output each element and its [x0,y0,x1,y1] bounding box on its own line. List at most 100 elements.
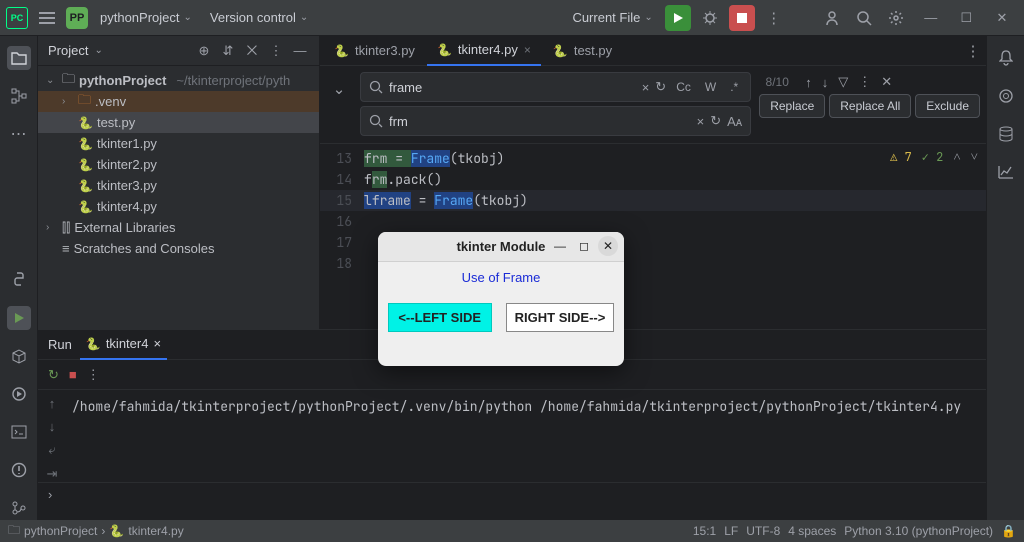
rerun-icon[interactable]: ↻ [48,367,59,383]
scroll-to-end-icon[interactable]: ⇥ [47,466,58,482]
replace-input[interactable] [389,114,691,129]
tkinter-titlebar[interactable]: tkinter Module — ◻ ✕ [378,232,624,262]
terminal-tool-icon[interactable] [7,420,31,444]
tree-scratches[interactable]: ≡ Scratches and Consoles [38,238,319,259]
hide-panel-icon[interactable]: ⋮ [267,43,285,59]
tree-item-file[interactable]: 🐍 tkinter3.py [38,175,319,196]
replace-button[interactable]: Replace [759,94,825,118]
file-encoding[interactable]: UTF-8 [746,524,780,538]
run-config-selector[interactable]: Current File ⌄ [566,10,658,25]
window-minimize-button[interactable]: — [550,236,570,256]
readonly-lock-icon[interactable]: 🔒 [1001,524,1016,538]
window-close-button[interactable]: ✕ [598,236,618,256]
run-output[interactable]: /home/fahmida/tkinterproject/pythonProje… [66,390,986,482]
code-line[interactable]: 16 [320,211,986,232]
tree-item-venv[interactable]: › 🗀 .venv [38,91,319,112]
project-tree[interactable]: ⌄ 🗀 pythonProject ~/tkinterproject/pyth … [38,66,319,263]
inspection-widget[interactable]: ⚠ 7 ✓ 2 ˄ ˅ [890,148,978,165]
line-separator[interactable]: LF [724,524,738,538]
run-tool-icon[interactable] [7,306,31,330]
sciview-tool-icon[interactable] [994,160,1018,184]
find-input[interactable] [389,80,636,95]
tk-right-button[interactable]: RIGHT SIDE--> [506,303,615,332]
close-tab-icon[interactable]: × [524,43,531,57]
run-tab[interactable]: 🐍 tkinter4 × [80,330,167,360]
window-minimize-button[interactable]: — [915,10,947,25]
debug-button[interactable] [697,5,723,31]
indent-setting[interactable]: 4 spaces [788,524,836,538]
tree-external-libs[interactable]: › ⫿⫿ External Libraries [38,217,319,238]
soft-wrap-icon[interactable]: ⤶ [48,442,55,458]
close-tab-icon[interactable]: × [153,336,161,351]
notifications-tool-icon[interactable] [994,46,1018,70]
tab-actions-icon[interactable]: ⋮ [960,38,986,64]
more-tools-icon[interactable]: ⋯ [7,122,31,146]
tree-item-file[interactable]: 🐍 tkinter2.py [38,154,319,175]
project-tool-icon[interactable] [7,46,31,70]
prev-highlight-icon[interactable]: ˄ [953,148,960,165]
next-match-icon[interactable]: ↓ [822,75,829,90]
collapse-all-icon[interactable]: ⨉ [243,43,261,59]
vcs-tool-icon[interactable] [7,496,31,520]
services-tool-icon[interactable] [7,382,31,406]
more-run-actions-icon[interactable]: ⋮ [87,367,100,383]
code-with-me-icon[interactable] [819,5,845,31]
more-actions-icon[interactable]: ⋮ [761,5,787,31]
breadcrumb[interactable]: 🗀 pythonProject › 🐍 tkinter4.py [8,521,184,542]
more-search-options-icon[interactable]: ⋮ [858,74,871,90]
interpreter-selector[interactable]: Python 3.10 (pythonProject) [844,524,993,538]
preserve-case-icon[interactable]: Aᴀ [727,114,742,129]
run-bottom-bar[interactable]: › [38,482,986,506]
problems-tool-icon[interactable] [7,458,31,482]
stop-button[interactable] [729,5,755,31]
select-opened-file-icon[interactable]: ⊕ [195,43,213,59]
tree-item-file[interactable]: 🐍 test.py [38,112,319,133]
scroll-up-icon[interactable]: ↑ [49,396,56,411]
stop-icon[interactable]: ■ [69,367,77,382]
code-line[interactable]: 13 frm = Frame(tkobj) [320,148,986,169]
search-everywhere-icon[interactable] [851,5,877,31]
hamburger-menu-icon[interactable] [34,5,60,31]
settings-icon[interactable] [883,5,909,31]
editor-tab[interactable]: 🐍 tkinter4.py × [427,36,541,66]
code-line[interactable]: 15 lframe = Frame(tkobj) [320,190,986,211]
collapse-search-icon[interactable]: ⌄ [326,76,352,102]
match-case-toggle[interactable]: Cc [672,78,695,96]
tkinter-app-window[interactable]: tkinter Module — ◻ ✕ Use of Frame <--LEF… [378,232,624,366]
clear-find-icon[interactable]: × [642,80,650,95]
clear-replace-icon[interactable]: × [697,114,705,129]
editor-tab[interactable]: 🐍 test.py [543,36,622,66]
exclude-button[interactable]: Exclude [915,94,980,118]
scroll-down-icon[interactable]: ↓ [49,419,56,434]
tk-left-button[interactable]: <--LEFT SIDE [388,303,492,332]
vcs-menu[interactable]: Version control ⌄ [204,10,314,25]
run-button[interactable] [665,5,691,31]
chevron-down-icon[interactable]: ⌄ [94,45,102,56]
window-maximize-button[interactable]: ☐ [950,10,982,26]
replace-all-button[interactable]: Replace All [829,94,911,118]
expand-all-icon[interactable]: ⇵ [219,43,237,59]
prev-match-icon[interactable]: ↑ [805,75,812,90]
window-maximize-button[interactable]: ◻ [574,236,594,256]
ai-assistant-tool-icon[interactable] [994,84,1018,108]
python-packages-tool-icon[interactable] [7,344,31,368]
close-search-icon[interactable]: ✕ [881,74,892,90]
next-highlight-icon[interactable]: ˅ [971,148,978,165]
python-console-tool-icon[interactable] [7,268,31,292]
window-close-button[interactable]: ✕ [986,10,1018,26]
history-icon[interactable]: ↻ [655,79,666,95]
hide-icon[interactable]: — [291,43,309,58]
tree-root[interactable]: ⌄ 🗀 pythonProject ~/tkinterproject/pyth [38,70,319,91]
tree-item-file[interactable]: 🐍 tkinter1.py [38,133,319,154]
editor-tab[interactable]: 🐍 tkinter3.py [324,36,425,66]
project-selector[interactable]: pythonProject ⌄ [94,10,198,25]
code-line[interactable]: 14 frm.pack() [320,169,986,190]
history-icon[interactable]: ↻ [710,113,721,129]
regex-toggle[interactable]: .* [726,78,742,96]
structure-tool-icon[interactable] [7,84,31,108]
database-tool-icon[interactable] [994,122,1018,146]
whole-word-toggle[interactable]: W [701,78,720,96]
filter-icon[interactable]: ▽ [838,74,848,90]
caret-position[interactable]: 15:1 [693,524,716,538]
tree-item-file[interactable]: 🐍 tkinter4.py [38,196,319,217]
